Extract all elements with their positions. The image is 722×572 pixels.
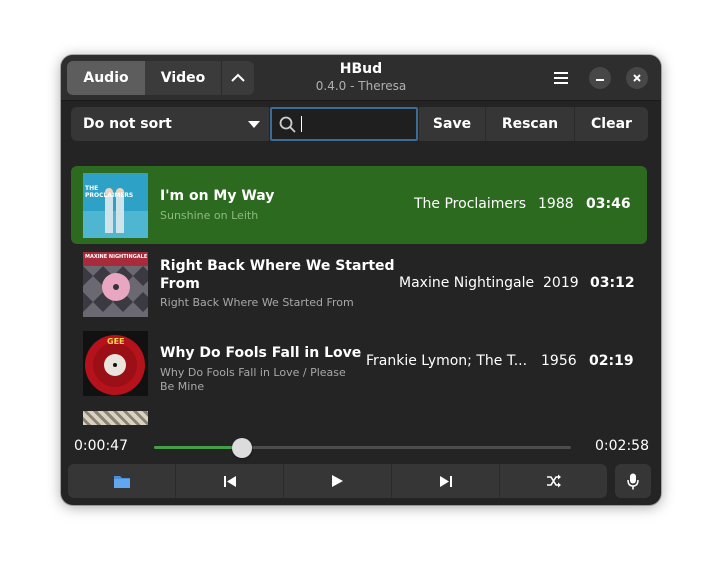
shuffle-button[interactable] (499, 464, 607, 498)
track-row[interactable] (71, 403, 647, 425)
track-list[interactable]: THE PROCLAIMERS I'm on My Way Sunshine o… (71, 165, 647, 425)
track-title: I'm on My Way (160, 188, 275, 204)
sort-dropdown-value: Do not sort (83, 116, 172, 132)
close-button[interactable] (625, 66, 649, 90)
album-art-label: THE PROCLAIMERS (85, 185, 134, 199)
album-art: GEE (83, 331, 148, 396)
app-window: Audio Video HBud 0.4.0 - Theresa Do not … (61, 55, 661, 505)
menu-button[interactable] (549, 66, 573, 90)
search-input[interactable] (270, 107, 418, 141)
track-row[interactable]: THE PROCLAIMERS I'm on My Way Sunshine o… (71, 166, 647, 244)
track-artist: Frankie Lymon; The T... (366, 353, 528, 369)
album-art-label: MAXINE NIGHTINGALE (85, 254, 148, 260)
shuffle-icon (546, 474, 561, 488)
track-album-line: Why Do Fools Fall in Love / Please (160, 366, 346, 379)
track-title-line: From (160, 276, 200, 292)
close-icon (633, 74, 641, 82)
rescan-button[interactable]: Rescan (485, 107, 574, 141)
header-bar: Audio Video HBud 0.4.0 - Theresa (61, 55, 661, 101)
next-button[interactable] (391, 464, 499, 498)
previous-button[interactable] (175, 464, 283, 498)
track-row[interactable]: MAXINE NIGHTINGALE Right Back Where We S… (71, 245, 647, 323)
album-art (83, 411, 148, 425)
elapsed-time: 0:00:47 (74, 438, 128, 454)
track-title-line: Right Back Where We Started (160, 258, 395, 274)
track-duration: 03:46 (586, 196, 631, 212)
play-button[interactable] (283, 464, 391, 498)
track-artist: Maxine Nightingale (399, 275, 535, 291)
search-icon (279, 116, 296, 133)
folder-icon (113, 475, 130, 488)
playback-controls (68, 464, 607, 498)
track-album: Why Do Fools Fall in Love / Please Be Mi… (160, 366, 346, 394)
minimize-button[interactable] (588, 66, 612, 90)
track-duration: 02:19 (589, 353, 634, 369)
seek-bar-fill (154, 446, 242, 449)
track-year: 1988 (538, 196, 574, 212)
seek-bar[interactable] (154, 446, 571, 449)
save-button[interactable]: Save (419, 107, 485, 141)
open-folder-button[interactable] (68, 464, 175, 498)
microphone-button[interactable] (615, 464, 651, 498)
hamburger-menu-icon (554, 72, 568, 84)
track-year: 1956 (541, 353, 577, 369)
skip-next-icon (439, 475, 452, 487)
dropdown-caret-icon (248, 121, 260, 128)
track-album: Right Back Where We Started From (160, 296, 354, 309)
album-art: THE PROCLAIMERS (83, 173, 148, 238)
text-cursor (301, 116, 302, 132)
play-icon (332, 475, 343, 487)
track-title: Right Back Where We Started From (160, 257, 395, 293)
track-artist: The Proclaimers (414, 196, 527, 212)
seek-handle[interactable] (231, 438, 252, 458)
track-title: Why Do Fools Fall in Love (160, 345, 362, 361)
track-album-line: Be Mine (160, 380, 205, 393)
library-actions: Save Rescan Clear (419, 107, 648, 141)
album-art-label: GEE (107, 337, 125, 346)
total-time: 0:02:58 (595, 438, 649, 454)
library-toolbar: Do not sort Save Rescan Clear (71, 107, 651, 141)
skip-previous-icon (223, 475, 236, 487)
sort-dropdown[interactable]: Do not sort (71, 107, 269, 141)
track-duration: 03:12 (590, 275, 635, 291)
clear-button[interactable]: Clear (574, 107, 648, 141)
microphone-icon (627, 473, 639, 489)
track-year: 2019 (543, 275, 579, 291)
track-album: Sunshine on Leith (160, 209, 259, 222)
minimize-icon (596, 79, 604, 81)
album-art: MAXINE NIGHTINGALE (83, 252, 148, 317)
playback-progress: 0:00:47 0:02:58 (61, 433, 661, 461)
track-row[interactable]: GEE Why Do Fools Fall in Love Why Do Foo… (71, 323, 647, 401)
